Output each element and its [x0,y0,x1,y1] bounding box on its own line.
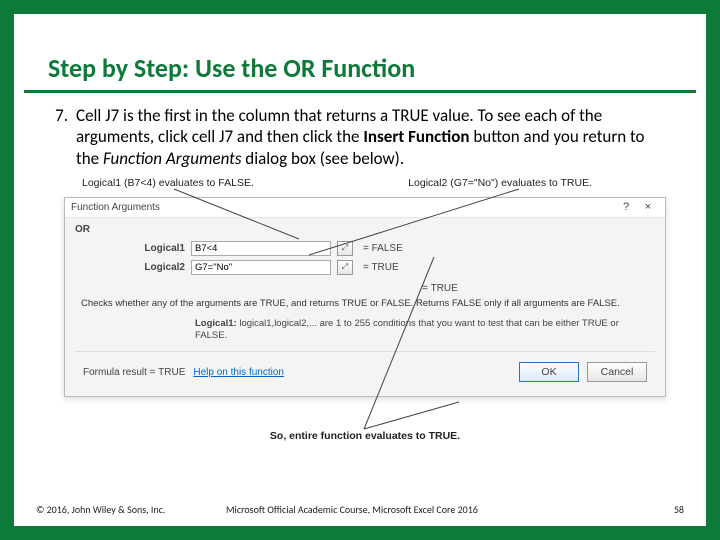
hint-text: logical1,logical2,... are 1 to 255 condi… [195,318,619,341]
arg2-input[interactable] [191,260,331,275]
footer-copyright: © 2016, John Wiley & Sons, Inc. [36,503,216,516]
callout-logical1: Logical1 (B7<4) evaluates to FALSE. [82,177,254,189]
callout-overall: So, entire function evaluates to TRUE. [270,430,460,442]
arg1-range-icon[interactable]: ⤢ [337,241,353,256]
dialog-title: Function Arguments [71,202,615,213]
formula-result: Formula result = TRUE [83,367,185,378]
dialog-separator [75,351,655,352]
formula-result-value: TRUE [158,367,185,378]
dialog-footer: Formula result = TRUE Help on this funct… [75,358,655,390]
callout-logical2: Logical2 (G7="No") evaluates to TRUE. [408,177,592,189]
arg2-result: = TRUE [359,262,399,273]
dialog-figure: Logical1 (B7<4) evaluates to FALSE. Logi… [64,177,666,442]
overall-result: = TRUE [75,277,655,296]
footer-course: Microsoft Official Academic Course, Micr… [216,503,644,516]
arg1-label: Logical1 [135,243,185,254]
step-body: 7. Cell J7 is the first in the column th… [14,101,706,169]
step-text-bold: Insert Function [363,126,469,147]
arg2-range-icon[interactable]: ⤢ [337,260,353,275]
dialog-content: OR Logical1 ⤢ = FALSE Logical2 ⤢ = TRUE … [65,218,665,397]
footer-page: 58 [644,503,684,516]
argument-hint: Logical1: logical1,logical2,... are 1 to… [75,318,655,350]
step-text-italic: Function Arguments [103,148,242,169]
ok-button[interactable]: OK [519,362,579,382]
dialog-titlebar[interactable]: Function Arguments ? × [65,198,665,218]
help-link[interactable]: Help on this function [193,367,511,378]
function-arguments-dialog: Function Arguments ? × OR Logical1 ⤢ = F… [64,197,666,398]
help-icon[interactable]: ? [615,201,637,213]
slide-footer: © 2016, John Wiley & Sons, Inc. Microsof… [36,503,684,516]
arg1-result: = FALSE [359,243,403,254]
function-name: OR [75,224,655,235]
arg1-input[interactable] [191,241,331,256]
formula-result-label: Formula result = [83,367,156,378]
close-icon[interactable]: × [637,201,659,213]
slide-title: Step by Step: Use the OR Function [24,14,696,93]
arg-row-2: Logical2 ⤢ = TRUE [75,258,655,277]
slide: Step by Step: Use the OR Function 7. Cel… [14,14,706,526]
arg2-label: Logical2 [135,262,185,273]
step-text: Cell J7 is the first in the column that … [76,105,670,169]
arg-row-1: Logical1 ⤢ = FALSE [75,239,655,258]
step-text-c: dialog box (see below). [241,148,404,169]
hint-label: Logical1: [195,318,237,329]
step-number: 7. [50,105,76,169]
cancel-button[interactable]: Cancel [587,362,647,382]
function-description: Checks whether any of the arguments are … [75,296,655,318]
